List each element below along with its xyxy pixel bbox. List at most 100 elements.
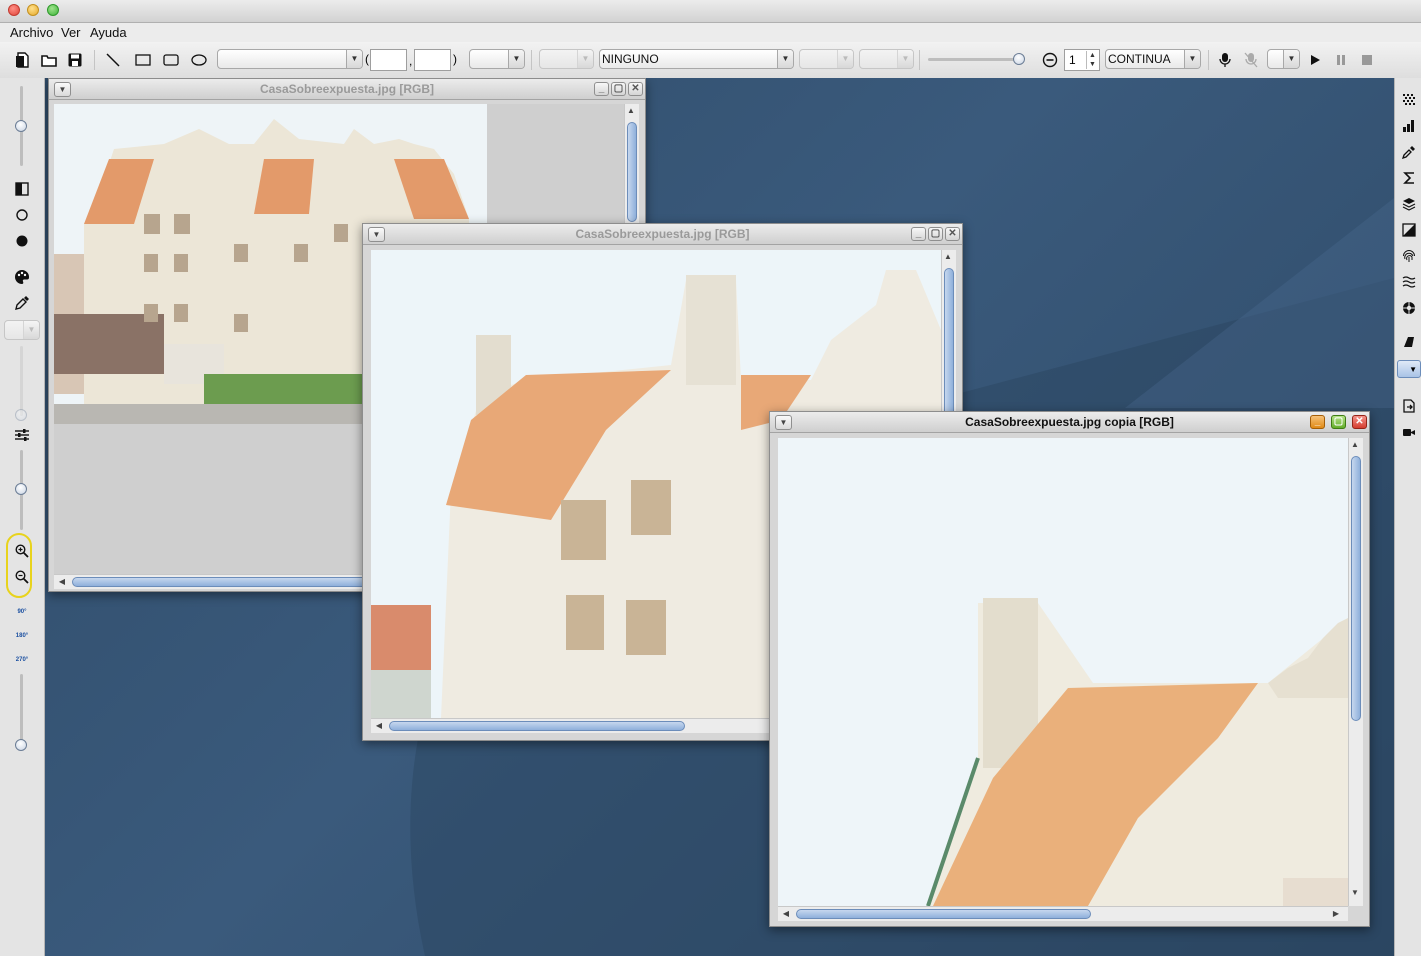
window-3-vertical-scrollbar[interactable]: ▲ ▼ xyxy=(1348,438,1363,906)
window-3-titlebar[interactable]: ▼ CasaSobreexpuesta.jpg copia [RGB] _ ▢ … xyxy=(770,412,1369,433)
eyedropper-icon[interactable] xyxy=(1401,144,1417,160)
stroke-combo[interactable]: ▼ xyxy=(217,49,363,69)
play-icon[interactable] xyxy=(1306,51,1324,69)
open-folder-icon[interactable] xyxy=(40,51,58,69)
menu-ver[interactable]: Ver xyxy=(61,25,81,40)
filter-combo[interactable]: NINGUNO ▼ xyxy=(599,49,794,69)
rotate-slider-knob[interactable] xyxy=(15,739,27,751)
minimize-button[interactable]: _ xyxy=(594,82,609,96)
maximize-button[interactable]: ▢ xyxy=(611,82,626,96)
aperture-icon[interactable] xyxy=(1401,300,1417,316)
window-1-title: CasaSobreexpuesta.jpg [RGB] xyxy=(259,82,435,96)
brightness-slider[interactable] xyxy=(928,53,1025,65)
adjustments-icon[interactable] xyxy=(12,426,32,444)
contrast-image-icon[interactable] xyxy=(1401,222,1417,238)
menu-ayuda[interactable]: Ayuda xyxy=(90,25,127,40)
fingerprint-icon[interactable] xyxy=(1401,248,1417,264)
disabled-combo-3: ▼ xyxy=(859,49,914,69)
close-button[interactable]: ✕ xyxy=(1352,415,1367,429)
sum-icon[interactable] xyxy=(1401,170,1417,186)
image-window-3[interactable]: ▼ CasaSobreexpuesta.jpg copia [RGB] _ ▢ … xyxy=(769,411,1370,927)
rectangle-tool-icon[interactable] xyxy=(134,51,152,69)
window-menu-button[interactable]: ▼ xyxy=(775,415,792,430)
mode-combo[interactable]: CONTINUA ▼ xyxy=(1105,49,1201,69)
zoom-window-button[interactable] xyxy=(47,4,59,16)
circle-outline-icon[interactable] xyxy=(12,206,32,224)
split-image-icon[interactable] xyxy=(12,180,32,198)
video-camera-icon[interactable] xyxy=(1401,424,1417,440)
slider-knob[interactable] xyxy=(1013,53,1025,65)
adjust-slider-knob[interactable] xyxy=(15,483,27,495)
zoom-out-icon[interactable] xyxy=(12,568,32,586)
palette-icon[interactable] xyxy=(12,268,32,286)
spinner-arrows[interactable]: ▲ ▼ xyxy=(1086,51,1098,69)
rotate-180-icon[interactable]: 180° xyxy=(12,627,32,645)
toolbar-separator xyxy=(919,50,920,70)
microphone-icon[interactable] xyxy=(1216,51,1234,69)
noise-grid-icon[interactable] xyxy=(1401,92,1417,108)
vertical-slider-knob[interactable] xyxy=(15,120,27,132)
window-2-title: CasaSobreexpuesta.jpg [RGB] xyxy=(575,227,750,241)
eyedropper-icon[interactable] xyxy=(12,294,32,312)
waves-icon[interactable] xyxy=(1401,274,1417,290)
scroll-thumb[interactable] xyxy=(1351,456,1361,721)
scroll-thumb[interactable] xyxy=(72,577,372,587)
export-icon[interactable] xyxy=(1401,398,1417,414)
image-canvas-3[interactable] xyxy=(778,438,1348,906)
window-1-titlebar[interactable]: ▼ CasaSobreexpuesta.jpg [RGB] _ ▢ ✕ xyxy=(49,79,645,100)
circle-filled-icon[interactable] xyxy=(12,232,32,250)
quantity-spinner[interactable]: 1 ▲ ▼ xyxy=(1064,49,1100,71)
scroll-thumb[interactable] xyxy=(796,909,1091,919)
rotate-270-icon[interactable]: 270° xyxy=(12,651,32,669)
shape-tool-icon[interactable] xyxy=(1401,334,1417,350)
zoom-in-icon[interactable] xyxy=(12,542,32,560)
scroll-thumb[interactable] xyxy=(389,721,685,731)
scroll-left-arrow[interactable]: ◀ xyxy=(780,909,792,918)
right-tool-panel: ▼ xyxy=(1394,78,1421,956)
minimize-button[interactable]: _ xyxy=(911,227,926,241)
rotate-180-label: 180° xyxy=(15,633,29,639)
save-icon[interactable] xyxy=(66,51,84,69)
minus-circle-icon[interactable] xyxy=(1041,51,1059,69)
scroll-up-arrow[interactable]: ▲ xyxy=(1349,440,1361,449)
rounded-rectangle-tool-icon[interactable] xyxy=(162,51,180,69)
line-tool-icon[interactable] xyxy=(104,51,122,69)
height-field[interactable] xyxy=(414,49,451,71)
scroll-down-arrow[interactable]: ▼ xyxy=(1349,888,1361,897)
minimize-button[interactable]: _ xyxy=(1310,415,1325,429)
maximize-button[interactable]: ▢ xyxy=(928,227,943,241)
close-window-button[interactable] xyxy=(8,4,20,16)
scroll-thumb[interactable] xyxy=(944,268,954,428)
histogram-icon[interactable] xyxy=(1401,118,1417,134)
size-combo[interactable]: ▼ xyxy=(469,49,525,69)
audio-combo[interactable]: ▼ xyxy=(1267,49,1300,69)
minimize-window-button[interactable] xyxy=(27,4,39,16)
mode-combo-value: CONTINUA xyxy=(1108,52,1171,66)
filter-combo-value: NINGUNO xyxy=(602,52,659,66)
app-titlebar xyxy=(0,0,1421,23)
scroll-left-arrow[interactable]: ◀ xyxy=(56,577,68,586)
window-3-horizontal-scrollbar[interactable]: ◀ ▶ xyxy=(778,906,1348,921)
right-panel-combo[interactable]: ▼ xyxy=(1397,360,1421,378)
scroll-up-arrow[interactable]: ▲ xyxy=(942,252,954,261)
toolbar-separator xyxy=(1208,50,1209,70)
layers-icon[interactable] xyxy=(1401,196,1417,212)
close-button[interactable]: ✕ xyxy=(945,227,960,241)
scroll-left-arrow[interactable]: ◀ xyxy=(373,721,385,730)
close-button[interactable]: ✕ xyxy=(628,82,643,96)
scroll-thumb[interactable] xyxy=(627,122,637,222)
window-2-titlebar[interactable]: ▼ CasaSobreexpuesta.jpg [RGB] _ ▢ ✕ xyxy=(363,224,962,245)
disabled-combo-1: ▼ xyxy=(539,49,594,69)
new-file-icon[interactable] xyxy=(14,51,32,69)
rotate-90-icon[interactable]: 90° xyxy=(12,603,32,621)
width-field[interactable] xyxy=(370,49,407,71)
window-menu-button[interactable]: ▼ xyxy=(54,82,71,97)
scroll-right-arrow[interactable]: ▶ xyxy=(1330,909,1342,918)
ellipse-tool-icon[interactable] xyxy=(190,51,208,69)
maximize-button[interactable]: ▢ xyxy=(1331,415,1346,429)
menu-archivo[interactable]: Archivo xyxy=(10,25,53,40)
scroll-up-arrow[interactable]: ▲ xyxy=(625,106,637,115)
disabled-slider-track xyxy=(20,346,23,416)
window-menu-button[interactable]: ▼ xyxy=(368,227,385,242)
stop-icon xyxy=(1358,51,1376,69)
